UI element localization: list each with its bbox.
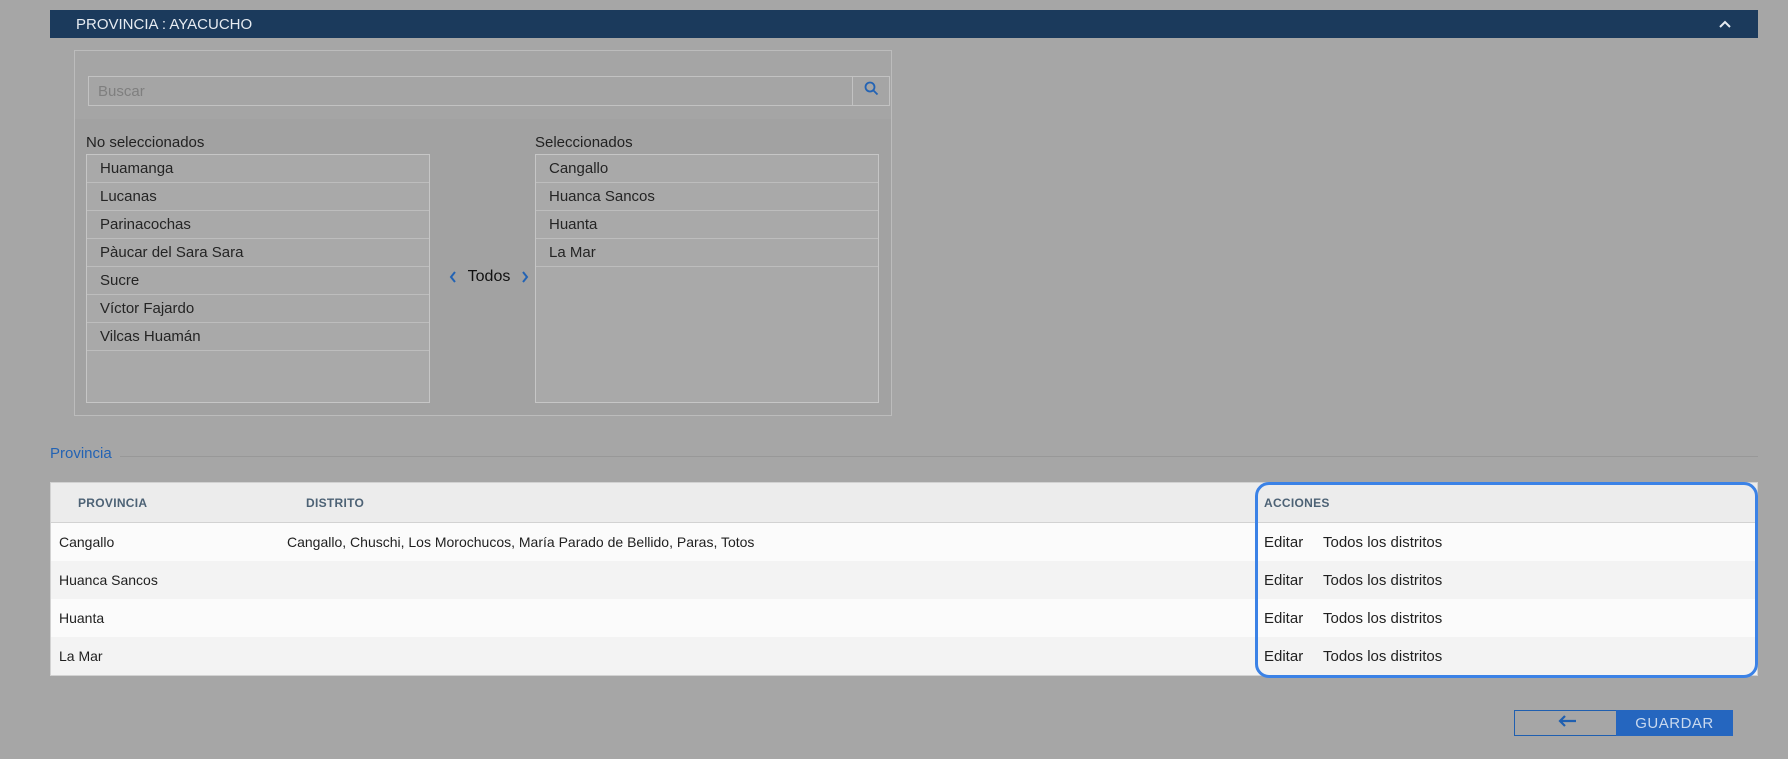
list-item[interactable]: Sucre xyxy=(87,267,429,295)
cell-provincia: La Mar xyxy=(59,648,103,664)
edit-link[interactable]: Editar xyxy=(1264,572,1303,589)
edit-link[interactable]: Editar xyxy=(1264,534,1303,551)
cell-distrito: Cangallo, Chuschi, Los Morochucos, María… xyxy=(287,534,755,550)
search-input[interactable] xyxy=(89,77,852,105)
all-districts-link[interactable]: Todos los distritos xyxy=(1323,610,1442,627)
list-item[interactable]: Cangallo xyxy=(536,155,878,183)
column-header-acciones: ACCIONES xyxy=(1264,496,1330,510)
list-item[interactable]: Huanta xyxy=(536,211,878,239)
list-item[interactable]: Parinacochas xyxy=(87,211,429,239)
search-button[interactable] xyxy=(852,77,889,105)
search-icon xyxy=(864,81,879,101)
save-button[interactable]: GUARDAR xyxy=(1616,710,1733,736)
selected-list[interactable]: Cangallo Huanca Sancos Huanta La Mar xyxy=(535,154,879,403)
table-row: Cangallo Cangallo, Chuschi, Los Morochuc… xyxy=(51,523,1757,561)
section-divider xyxy=(120,456,1758,457)
table-row: Huanca Sancos Editar Todos los distritos xyxy=(51,561,1757,599)
back-button[interactable] xyxy=(1514,710,1619,736)
cell-provincia: Cangallo xyxy=(59,534,115,550)
unselected-list[interactable]: Huamanga Lucanas Parinacochas Pàucar del… xyxy=(86,154,430,403)
list-item[interactable]: Víctor Fajardo xyxy=(87,295,429,323)
all-districts-link[interactable]: Todos los distritos xyxy=(1323,648,1442,665)
list-item[interactable]: Huanca Sancos xyxy=(536,183,878,211)
all-districts-link[interactable]: Todos los distritos xyxy=(1323,572,1442,589)
table-header: PROVINCIA DISTRITO ACCIONES xyxy=(51,483,1757,523)
edit-link[interactable]: Editar xyxy=(1264,648,1303,665)
list-item[interactable]: Pàucar del Sara Sara xyxy=(87,239,429,267)
list-item[interactable]: Huamanga xyxy=(87,155,429,183)
column-header-distrito: DISTRITO xyxy=(306,496,365,510)
list-item[interactable]: La Mar xyxy=(536,239,878,267)
move-all-label[interactable]: Todos xyxy=(468,268,511,286)
chevron-up-icon[interactable] xyxy=(1718,17,1732,31)
chevron-left-icon[interactable] xyxy=(448,270,458,284)
province-header: PROVINCIA : AYACUCHO xyxy=(50,10,1758,38)
edit-link[interactable]: Editar xyxy=(1264,610,1303,627)
column-header-provincia: PROVINCIA xyxy=(78,496,148,510)
list-item[interactable]: Lucanas xyxy=(87,183,429,211)
list-item[interactable]: Vilcas Huamán xyxy=(87,323,429,351)
province-title: PROVINCIA : AYACUCHO xyxy=(76,15,253,33)
cell-provincia: Huanca Sancos xyxy=(59,572,158,588)
unselected-label: No seleccionados xyxy=(86,134,205,151)
table-row: Huanta Editar Todos los distritos xyxy=(51,599,1757,637)
chevron-right-icon[interactable] xyxy=(520,270,530,284)
cell-provincia: Huanta xyxy=(59,610,105,626)
all-districts-link[interactable]: Todos los distritos xyxy=(1323,534,1442,551)
search-area xyxy=(75,51,891,119)
section-title: Provincia xyxy=(50,445,112,462)
selected-label: Seleccionados xyxy=(535,134,633,151)
search-box xyxy=(88,76,890,106)
move-all-control: Todos xyxy=(439,267,539,287)
table-row: La Mar Editar Todos los distritos xyxy=(51,637,1757,675)
arrow-left-icon xyxy=(1556,714,1578,733)
province-table: PROVINCIA DISTRITO ACCIONES Cangallo Can… xyxy=(50,482,1758,676)
dual-list-picker: No seleccionados Huamanga Lucanas Parina… xyxy=(74,50,892,416)
